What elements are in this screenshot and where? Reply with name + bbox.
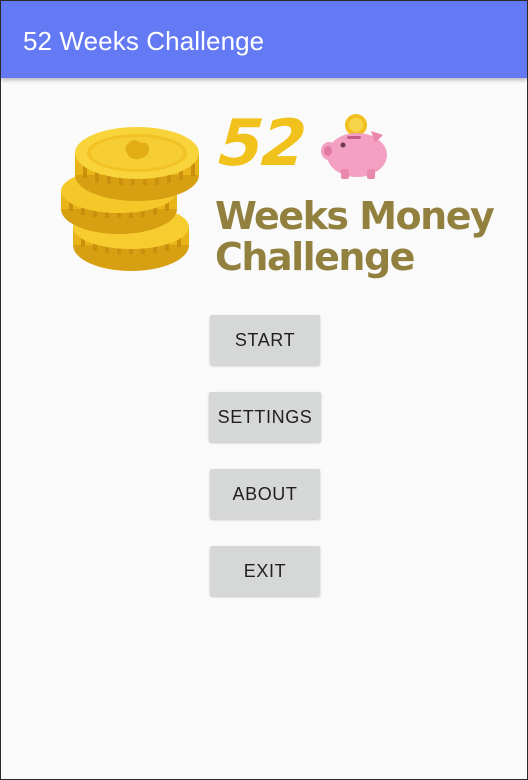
- start-button[interactable]: START: [210, 315, 320, 365]
- piggy-bank-icon: [321, 114, 387, 179]
- logo-title-line1: Weeks Money: [215, 194, 495, 238]
- logo-number: 52: [216, 107, 307, 181]
- app-window: 52 Weeks Challenge 52 Weeks Money Challe…: [0, 0, 528, 780]
- exit-button[interactable]: EXIT: [210, 546, 320, 596]
- logo-title-line2: Challenge: [215, 235, 415, 279]
- about-button[interactable]: ABOUT: [210, 469, 320, 519]
- app-logo: 52 Weeks Money Challenge: [53, 107, 495, 285]
- settings-button[interactable]: SETTINGS: [209, 392, 321, 442]
- app-title: 52 Weeks Challenge: [23, 26, 265, 56]
- gold-coins-stack-icon: [61, 127, 199, 271]
- app-bar: 52 Weeks Challenge: [1, 1, 527, 78]
